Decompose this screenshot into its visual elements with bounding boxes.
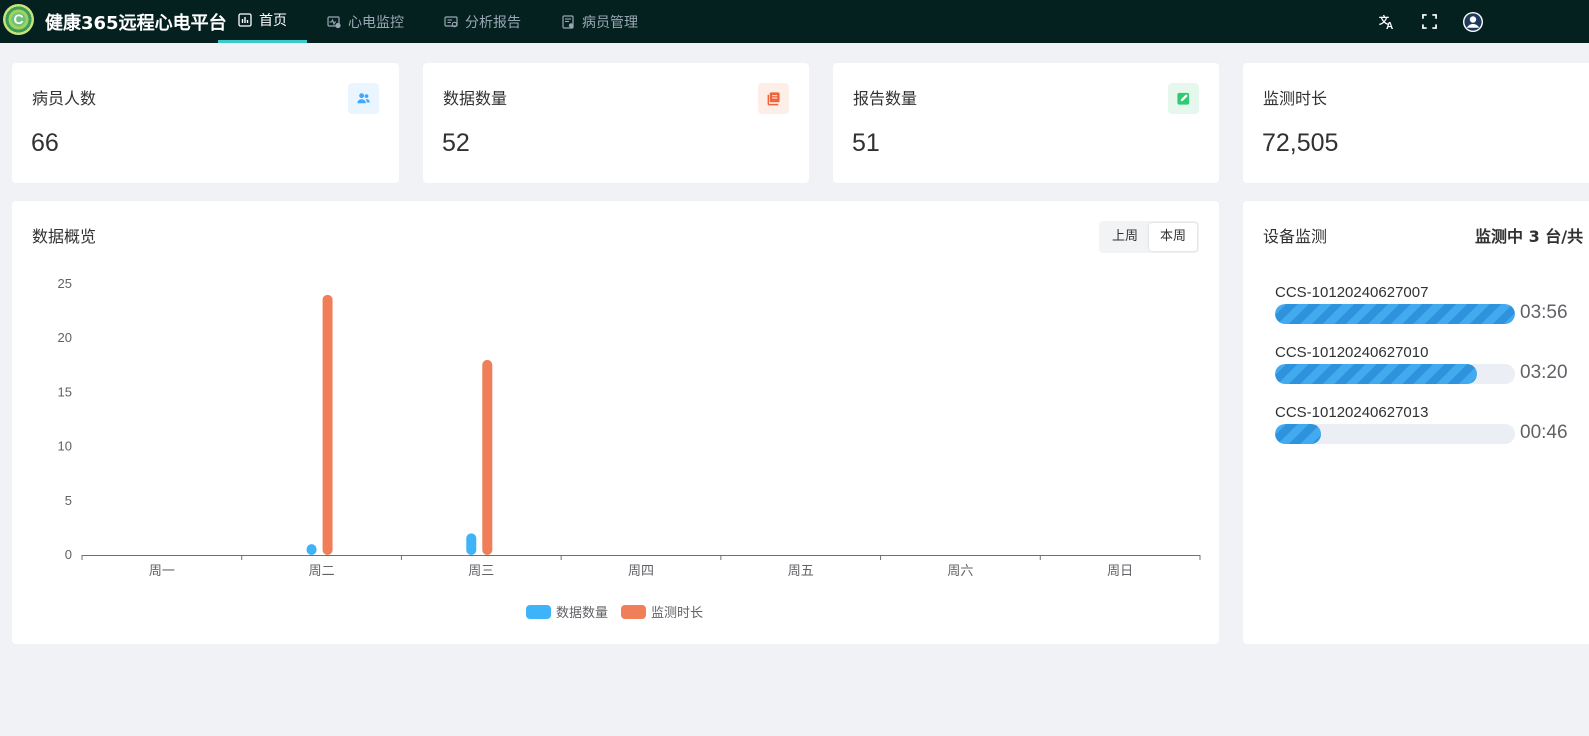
svg-text:A: A	[1386, 21, 1393, 31]
device-progress-fill	[1275, 304, 1515, 324]
stat-card-monitor-duration: 监测时长 72,505	[1243, 63, 1589, 183]
legend-label: 监测时长	[651, 605, 703, 620]
layers-icon	[758, 83, 789, 114]
data-overview-card: 数据概览 上周 本周 0 5 10 15 20 25 周一 周二 周三 周四 周五 周六 周日 数据数量监…	[12, 201, 1219, 644]
device-monitor-card: 设备监测 监测中 3 台/共 CCS-10120240627007 03:56 …	[1243, 201, 1589, 644]
stat-card-patients: 病员人数 66	[12, 63, 399, 183]
user-avatar-icon[interactable]	[1462, 11, 1484, 33]
stat-value: 52	[442, 129, 470, 157]
y-tick-label: 10	[58, 439, 72, 454]
x-tick-label: 周一	[149, 563, 175, 578]
device-item[interactable]: CCS-10120240627013 00:46	[1275, 404, 1589, 446]
users-icon	[348, 83, 379, 114]
stat-title: 报告数量	[853, 89, 918, 108]
monitor-icon	[327, 15, 341, 28]
device-progress-fill	[1275, 364, 1477, 384]
bar-monitor-duration	[322, 294, 333, 555]
patient-list-icon	[562, 14, 574, 29]
device-duration: 03:56	[1520, 302, 1568, 323]
y-tick-label: 25	[58, 276, 72, 291]
device-count-text: 监测中 3 台/共	[1475, 227, 1584, 246]
nav-ecg-monitor[interactable]: 心电监控	[307, 0, 424, 43]
legend-swatch	[526, 605, 551, 619]
fullscreen-icon[interactable]	[1420, 13, 1438, 31]
y-tick-label: 20	[58, 330, 72, 345]
device-duration: 03:20	[1520, 362, 1568, 383]
device-item[interactable]: CCS-10120240627007 03:56	[1275, 284, 1589, 326]
translate-icon[interactable]: 文A	[1378, 13, 1396, 31]
x-tick-label: 周五	[788, 563, 814, 578]
legend-swatch	[621, 605, 646, 619]
device-item[interactable]: CCS-10120240627010 03:20	[1275, 344, 1589, 386]
nav-analysis-report[interactable]: 分析报告	[424, 0, 541, 43]
device-name: CCS-10120240627007	[1275, 284, 1429, 301]
nav-ecg-monitor-label: 心电监控	[348, 14, 404, 31]
x-tick-label: 周三	[468, 563, 494, 578]
stat-value: 72,505	[1262, 129, 1339, 157]
nav-home[interactable]: 首页	[218, 0, 307, 43]
stat-value: 66	[31, 129, 59, 157]
stat-value: 51	[852, 129, 880, 157]
stat-title: 数据数量	[443, 89, 508, 108]
device-progress-track	[1275, 424, 1515, 444]
top-navbar: 健康365远程心电平台 首页 心电监控 分析报告 病员管理 文A	[0, 0, 1589, 43]
main-nav: 首页 心电监控 分析报告 病员管理	[218, 0, 658, 43]
dashboard-icon	[238, 13, 252, 27]
y-tick-label: 0	[65, 547, 72, 562]
legend-label: 数据数量	[556, 605, 608, 620]
y-tick-label: 15	[58, 384, 72, 399]
stat-title: 病员人数	[32, 89, 97, 108]
stat-card-data-count: 数据数量 52	[423, 63, 809, 183]
stat-card-report-count: 报告数量 51	[833, 63, 1219, 183]
x-tick-label: 周二	[309, 563, 335, 578]
nav-patient-management[interactable]: 病员管理	[541, 0, 658, 43]
logo-icon	[3, 4, 34, 35]
edit-icon	[1168, 83, 1199, 114]
overview-bar-chart: 0 5 10 15 20 25 周一 周二 周三 周四 周五 周六 周日数据数量 监测时长	[58, 276, 1201, 620]
bar-data-count	[306, 544, 317, 555]
device-name: CCS-10120240627010	[1275, 344, 1429, 361]
stat-title: 监测时长	[1263, 89, 1328, 108]
bar-data-count	[466, 533, 477, 555]
nav-patient-management-label: 病员管理	[582, 14, 638, 31]
device-name: CCS-10120240627013	[1275, 404, 1429, 421]
device-progress-track	[1275, 304, 1515, 324]
device-duration: 00:46	[1520, 422, 1568, 443]
device-progress-fill	[1275, 424, 1321, 444]
bar-monitor-duration	[482, 359, 493, 555]
nav-analysis-report-label: 分析报告	[465, 14, 521, 31]
y-tick-label: 5	[65, 493, 72, 508]
x-tick-label: 周六	[947, 563, 973, 578]
report-icon	[444, 15, 458, 27]
section-title: 设备监测	[1263, 227, 1328, 246]
device-progress-track	[1275, 364, 1515, 384]
x-tick-label: 周日	[1107, 563, 1133, 578]
brand-title: 健康365远程心电平台	[45, 13, 227, 34]
nav-home-label: 首页	[259, 13, 287, 29]
x-tick-label: 周四	[628, 563, 654, 578]
